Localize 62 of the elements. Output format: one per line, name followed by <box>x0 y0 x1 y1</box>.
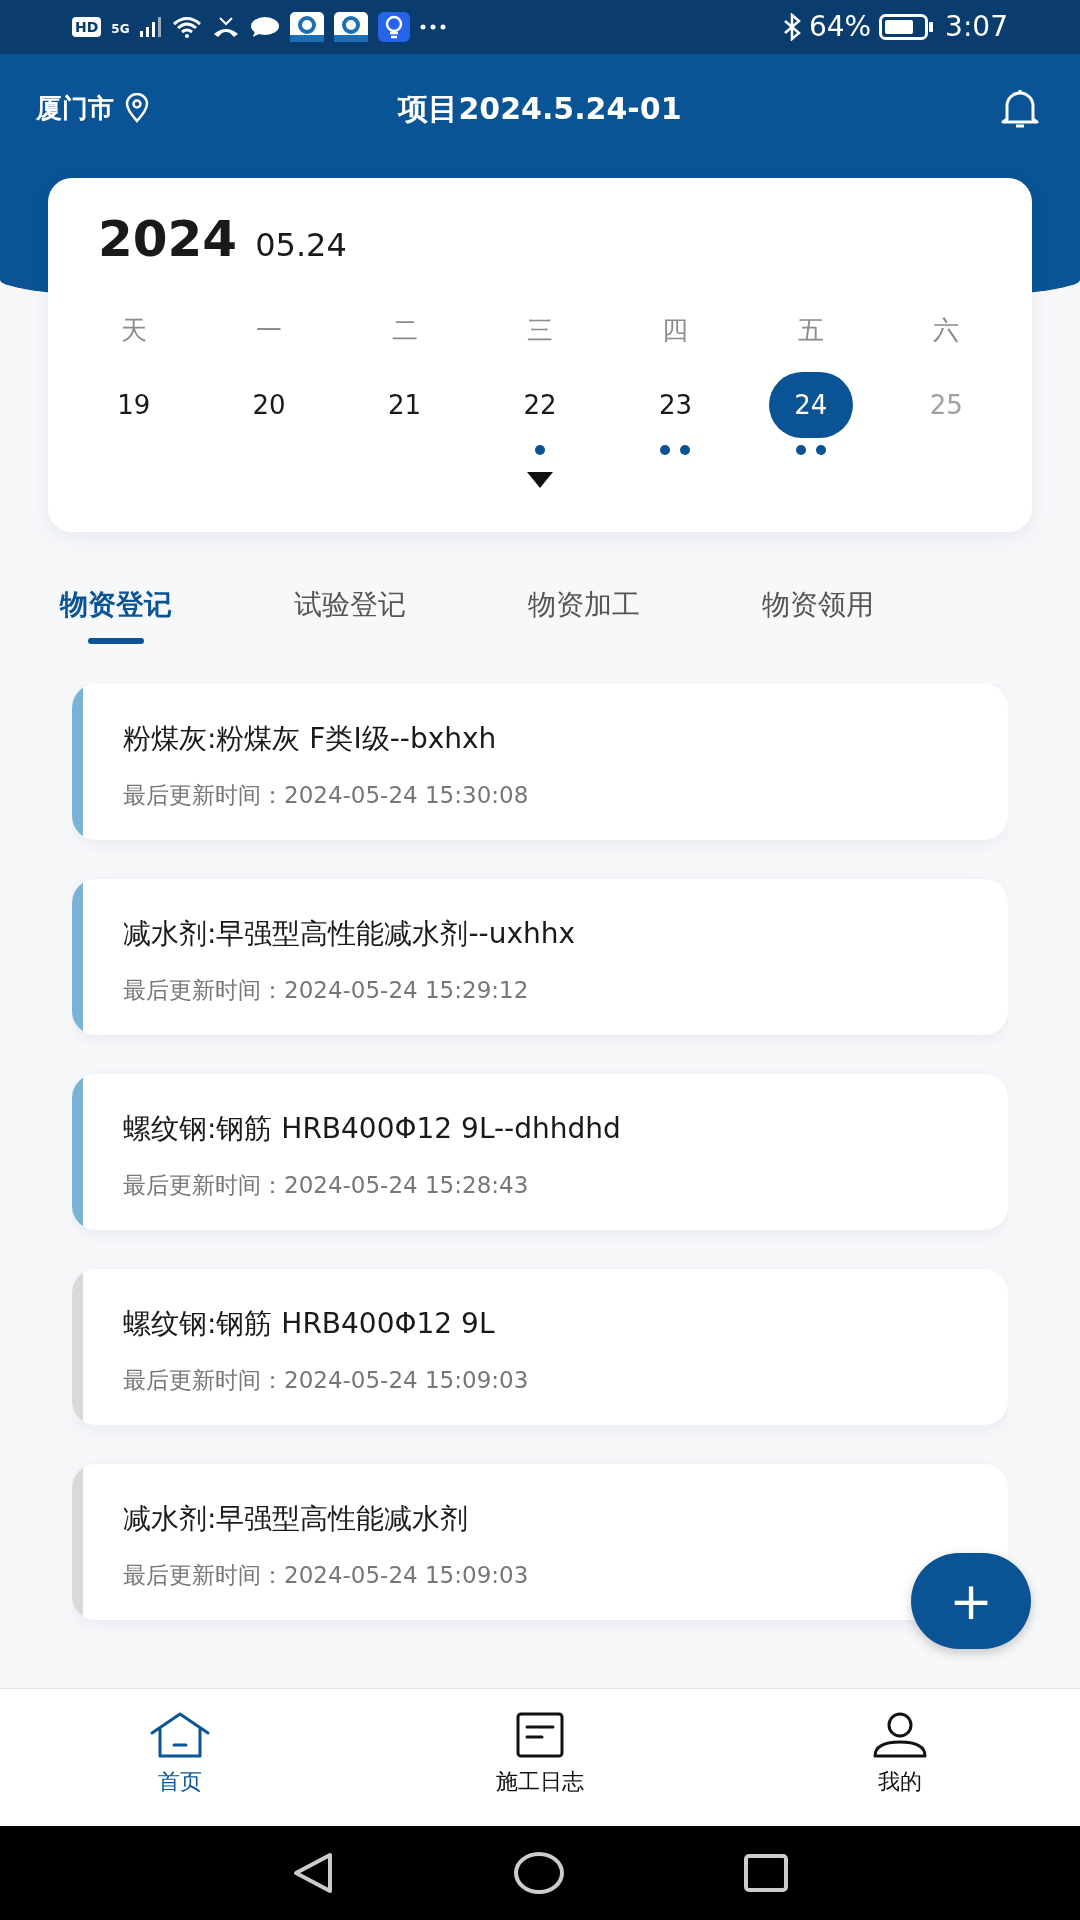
record-updated-time: 最后更新时间：2024-05-24 15:28:43 <box>123 1171 530 1200</box>
calendar-day[interactable]: 22 <box>498 372 582 438</box>
event-dots-icon <box>534 444 546 456</box>
location-pin-icon[interactable] <box>124 93 150 123</box>
project-title: 项目2024.5.24-01 <box>398 89 682 128</box>
bulb-icon <box>377 12 410 42</box>
tab[interactable]: 物资领用 <box>762 580 874 630</box>
app-icon <box>333 12 368 42</box>
signal-icon <box>139 17 162 37</box>
calendar-day[interactable]: 24 <box>768 372 853 438</box>
tab-indicator <box>88 638 144 644</box>
weekday-label: 天 <box>120 314 147 347</box>
calendar-day[interactable]: 23 <box>633 372 718 438</box>
add-button[interactable]: + <box>911 1553 1031 1649</box>
nav-tab[interactable]: 首页 <box>149 1689 211 1826</box>
bluetooth-icon <box>782 13 801 41</box>
event-dots-icon <box>794 444 827 456</box>
calendar-day[interactable]: 20 <box>227 372 312 438</box>
record-card[interactable]: 减水剂:早强型高性能减水剂--uxhhx 最后更新时间：2024-05-24 15:29:12 <box>72 879 1008 1035</box>
weekday-label: 五 <box>797 314 824 347</box>
nav-tab[interactable]: 我的 <box>869 1689 931 1826</box>
app-icon <box>289 12 324 42</box>
tab[interactable]: 物资加工 <box>528 580 640 630</box>
calendar-day[interactable]: 19 <box>91 372 176 438</box>
weekday-label: 三 <box>527 314 553 347</box>
hd-badge: HD <box>72 17 102 37</box>
record-card[interactable]: 粉煤灰:粉煤灰 F类I级--bxhxh 最后更新时间：2024-05-24 15:30:08 <box>72 684 1008 840</box>
record-updated-time: 最后更新时间：2024-05-24 15:29:12 <box>123 976 530 1005</box>
record-updated-time: 最后更新时间：2024-05-24 15:09:03 <box>123 1366 529 1395</box>
home-icon <box>149 1711 211 1759</box>
event-dots-icon <box>659 444 692 456</box>
tab[interactable]: 试验登记 <box>294 580 406 630</box>
weekday-label: 一 <box>256 314 283 347</box>
record-title: 螺纹钢:钢筋 HRB400Φ12 9L <box>123 1306 496 1342</box>
record-updated-time: 最后更新时间：2024-05-24 15:30:08 <box>123 781 529 810</box>
expand-triangle-icon[interactable] <box>527 472 553 488</box>
tab[interactable]: 物资登记 <box>60 580 172 630</box>
weekday-label: 六 <box>933 314 960 347</box>
message-icon <box>249 16 280 38</box>
record-title: 减水剂:早强型高性能减水剂 <box>123 1501 470 1537</box>
weekday-label: 二 <box>391 314 418 347</box>
back-icon[interactable] <box>292 1852 334 1894</box>
record-title: 减水剂:早强型高性能减水剂--uxhhx <box>123 916 576 952</box>
calendar-date: 05.24 <box>255 225 347 266</box>
battery-percent: 64% <box>808 9 872 45</box>
weekday-label: 四 <box>662 314 689 347</box>
record-title: 粉煤灰:粉煤灰 F类I级--bxhxh <box>123 721 498 757</box>
record-card[interactable]: 螺纹钢:钢筋 HRB400Φ12 9L 最后更新时间：2024-05-24 15:09:03 <box>72 1269 1008 1425</box>
record-title: 螺纹钢:钢筋 HRB400Φ12 9L--dhhdhd <box>123 1111 621 1147</box>
wifi-icon <box>171 16 202 38</box>
nav-tab[interactable]: 施工日志 <box>496 1689 584 1826</box>
recents-icon[interactable] <box>744 1854 788 1892</box>
record-updated-time: 最后更新时间：2024-05-24 15:09:03 <box>123 1561 529 1590</box>
calendar-day[interactable]: 21 <box>362 372 447 438</box>
more-icon <box>419 24 446 30</box>
battery-icon <box>879 14 934 40</box>
calendar-year: 2024 <box>98 209 238 270</box>
city-label: 厦门市 <box>36 91 114 125</box>
clock-time: 3:07 <box>945 9 1008 45</box>
network-label: 5G <box>111 21 130 38</box>
home-circle-icon[interactable] <box>514 1852 564 1894</box>
record-card[interactable]: 螺纹钢:钢筋 HRB400Φ12 9L--dhhdhd 最后更新时间：2024-05-24 15:28:43 <box>72 1074 1008 1230</box>
